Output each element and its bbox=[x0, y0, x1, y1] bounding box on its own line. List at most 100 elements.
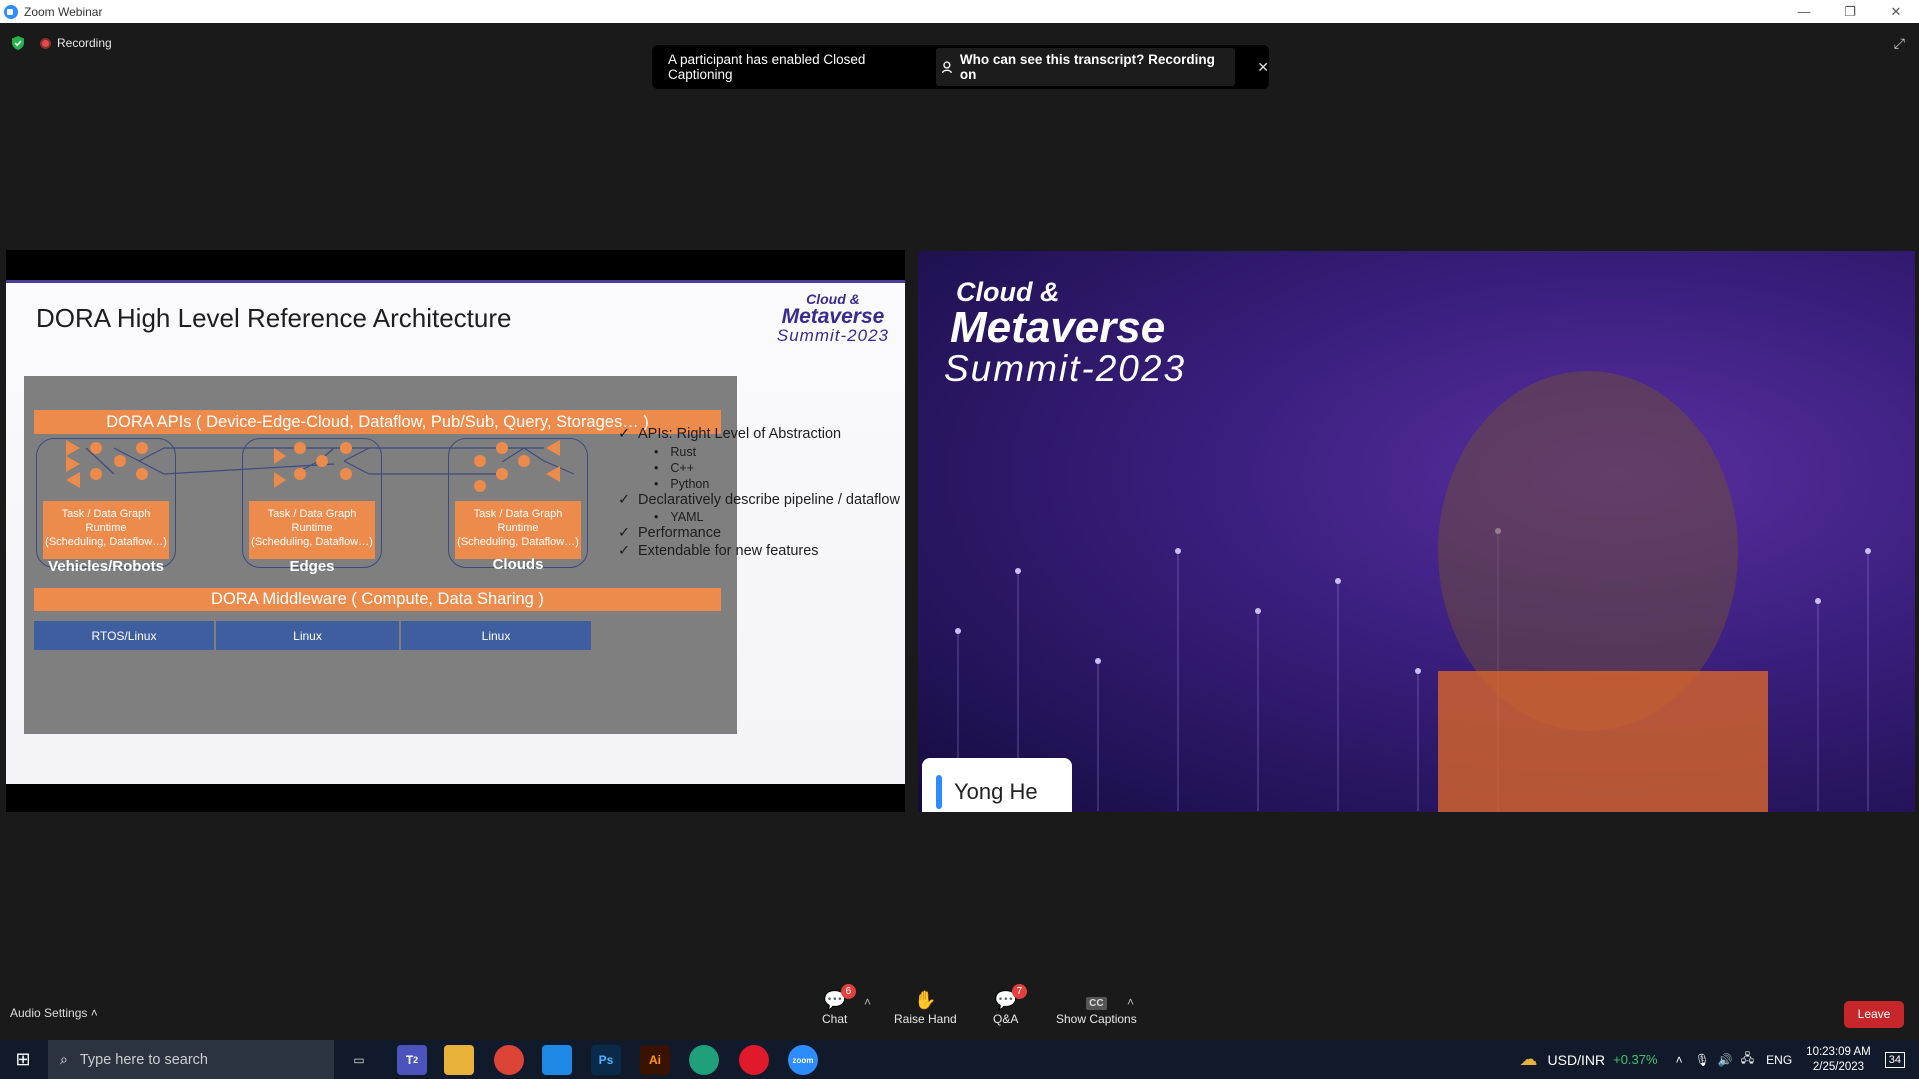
file-explorer-icon[interactable] bbox=[444, 1045, 474, 1075]
task-line-2: Runtime bbox=[85, 522, 127, 534]
zoom-taskbar-icon[interactable]: zoom bbox=[788, 1045, 818, 1075]
qa-badge: 7 bbox=[1011, 984, 1027, 999]
bullet-item: ✓ Extendable for new features bbox=[618, 543, 903, 561]
clock[interactable]: 10:23:09 AM 2/25/2023 bbox=[1806, 1045, 1871, 1075]
security-shield-icon[interactable] bbox=[10, 35, 26, 51]
task-view-icon[interactable]: ▭ bbox=[344, 1045, 374, 1075]
app-icon[interactable] bbox=[542, 1045, 572, 1075]
language-indicator[interactable]: ENG bbox=[1766, 1053, 1792, 1067]
edge-icon[interactable] bbox=[689, 1045, 719, 1075]
participant-name-tag: Yong He bbox=[922, 758, 1072, 812]
qa-button[interactable]: 💬 7 Q&A bbox=[993, 984, 1027, 1026]
task-runtime-box: Task / Data Graph Runtime (Scheduling, D… bbox=[455, 501, 581, 559]
summit-logo-small: Cloud & Metaverse Summit-2023 bbox=[777, 292, 889, 344]
cam-logo-line-3: Summit-2023 bbox=[944, 348, 1187, 389]
check-icon: ✓ bbox=[618, 491, 631, 508]
group-label-vehicles: Vehicles/Robots bbox=[48, 558, 164, 575]
group-label-edges: Edges bbox=[289, 558, 335, 575]
group-clouds: Task / Data Graph Runtime (Scheduling, D… bbox=[448, 438, 588, 568]
bullet-item: ✓ APIs: Right Level of Abstraction bbox=[618, 426, 903, 444]
bullet-item: ✓ Declaratively describe pipeline / dataf… bbox=[618, 492, 903, 510]
closed-caption-banner: A participant has enabled Closed Caption… bbox=[652, 45, 1269, 89]
clock-date: 2/25/2023 bbox=[1812, 1060, 1865, 1073]
chat-button[interactable]: 💬 6 Chat bbox=[822, 984, 856, 1026]
chrome-icon[interactable] bbox=[494, 1045, 524, 1075]
task-line-3: (Scheduling, Dataflow…) bbox=[457, 536, 579, 548]
transcript-visibility-label: Who can see this transcript? Recording o… bbox=[959, 52, 1215, 82]
bullet-text: Extendable for new features bbox=[638, 542, 819, 559]
group-vehicles-robots: Task / Data Graph Runtime (Scheduling, D… bbox=[36, 438, 176, 568]
window-controls: — ❐ ✕ bbox=[1781, 0, 1919, 23]
zoom-app-icon bbox=[4, 4, 18, 19]
screen-share-view: DORA High Level Reference Architecture C… bbox=[6, 250, 905, 812]
speaker-shirt bbox=[1438, 671, 1768, 812]
task-line-2: Runtime bbox=[291, 522, 333, 534]
show-hidden-icons-icon[interactable]: ˄ bbox=[1676, 1053, 1683, 1067]
search-icon: ⌕ bbox=[60, 1051, 68, 1067]
leave-button[interactable]: Leave bbox=[1844, 1001, 1904, 1028]
sub-bullet: Python bbox=[618, 476, 903, 492]
task-runtime-box: Task / Data Graph Runtime (Scheduling, D… bbox=[249, 501, 375, 559]
photoshop-icon[interactable]: Ps bbox=[591, 1045, 621, 1075]
task-line-1: Task / Data Graph bbox=[473, 508, 563, 520]
teams-badge: 2 bbox=[413, 1055, 419, 1065]
taskbar-search-box[interactable]: ⌕ Type here to search bbox=[48, 1040, 334, 1079]
windows-taskbar: ⊞ ⌕ Type here to search ▭ T2 Ps Ai zoom … bbox=[0, 1040, 1919, 1079]
notification-count: 34 bbox=[1888, 1053, 1901, 1066]
window-title: Zoom Webinar bbox=[24, 4, 103, 19]
logo-line-2: Metaverse bbox=[781, 305, 885, 328]
opera-icon[interactable] bbox=[739, 1045, 769, 1075]
task-line-3: (Scheduling, Dataflow…) bbox=[45, 536, 167, 548]
slide-title: DORA High Level Reference Architecture bbox=[36, 303, 512, 333]
presentation-slide: DORA High Level Reference Architecture C… bbox=[6, 280, 905, 784]
bullet-text: Declaratively describe pipeline / datafl… bbox=[638, 491, 900, 508]
qa-label: Q&A bbox=[993, 1012, 1019, 1026]
weather-icon: ☁ bbox=[1519, 1049, 1538, 1069]
slide-bullets: ✓ APIs: Right Level of Abstraction Rust C… bbox=[618, 426, 903, 560]
network-icon[interactable]: 🖧 bbox=[1741, 1049, 1754, 1070]
task-line-2: Runtime bbox=[497, 522, 539, 534]
captions-options-caret-icon[interactable]: ˄ bbox=[1127, 995, 1134, 1009]
task-line-3: (Scheduling, Dataflow…) bbox=[251, 536, 373, 548]
group-label-clouds: Clouds bbox=[492, 556, 544, 573]
restore-icon[interactable]: ❐ bbox=[1827, 0, 1873, 23]
raise-hand-label: Raise Hand bbox=[894, 1012, 957, 1026]
meeting-stage: Recording A participant has enabled Clos… bbox=[0, 23, 1919, 979]
task-runtime-box: Task / Data Graph Runtime (Scheduling, D… bbox=[43, 501, 169, 559]
logo-line-3: Summit-2023 bbox=[776, 326, 889, 345]
fullscreen-icon[interactable]: ⤢ bbox=[1894, 35, 1905, 52]
close-banner-icon[interactable]: ✕ bbox=[1257, 59, 1269, 76]
illustrator-icon[interactable]: Ai bbox=[640, 1045, 670, 1075]
person-icon bbox=[942, 60, 953, 73]
speaker-video[interactable]: Cloud & Metaverse Summit-2023 Yong He bbox=[918, 251, 1915, 812]
window-titlebar: Zoom Webinar — ❐ ✕ bbox=[0, 0, 1919, 23]
volume-icon[interactable]: 🔊 bbox=[1718, 1053, 1733, 1067]
bullet-text: APIs: Right Level of Abstraction bbox=[638, 426, 842, 442]
participant-name: Yong He bbox=[954, 779, 1038, 804]
os-rtos-linux: RTOS/Linux bbox=[34, 621, 214, 650]
sub-bullet: C++ bbox=[618, 460, 903, 476]
system-tray: ☁ USD/INR +0.37% ˄ 🎙 🔊 🖧 ENG 10:23:09 AM… bbox=[1520, 1040, 1919, 1079]
close-icon[interactable]: ✕ bbox=[1873, 0, 1919, 23]
name-accent-bar bbox=[936, 775, 942, 809]
transcript-visibility-button[interactable]: Who can see this transcript? Recording o… bbox=[936, 48, 1236, 86]
cam-logo-line-1: Cloud & bbox=[956, 277, 1060, 307]
check-icon: ✓ bbox=[618, 542, 631, 559]
windows-start-icon[interactable]: ⊞ bbox=[0, 1040, 46, 1079]
qa-icon: 💬 7 bbox=[994, 984, 1027, 1012]
minimize-icon[interactable]: — bbox=[1781, 0, 1827, 23]
chat-label: Chat bbox=[822, 1012, 848, 1026]
currency-ticker[interactable]: USD/INR bbox=[1548, 1052, 1606, 1068]
teams-icon[interactable]: T2 bbox=[397, 1045, 427, 1075]
bullet-item: ✓ Performance bbox=[618, 525, 903, 543]
show-captions-button[interactable]: CC Show Captions bbox=[1056, 990, 1137, 1026]
recording-indicator[interactable]: Recording bbox=[40, 36, 112, 50]
ticker-change: +0.37% bbox=[1613, 1052, 1658, 1067]
sub-bullet: Rust bbox=[618, 444, 903, 460]
raise-hand-button[interactable]: ✋ Raise Hand bbox=[894, 990, 957, 1026]
audio-settings-button[interactable]: Audio Settings ˄ bbox=[10, 1006, 98, 1020]
status-area: Recording bbox=[10, 35, 112, 51]
chat-options-caret-icon[interactable]: ˄ bbox=[864, 995, 871, 1009]
notifications-icon[interactable]: 34 bbox=[1884, 1051, 1905, 1068]
microphone-icon[interactable]: 🎙 bbox=[1695, 1053, 1710, 1067]
